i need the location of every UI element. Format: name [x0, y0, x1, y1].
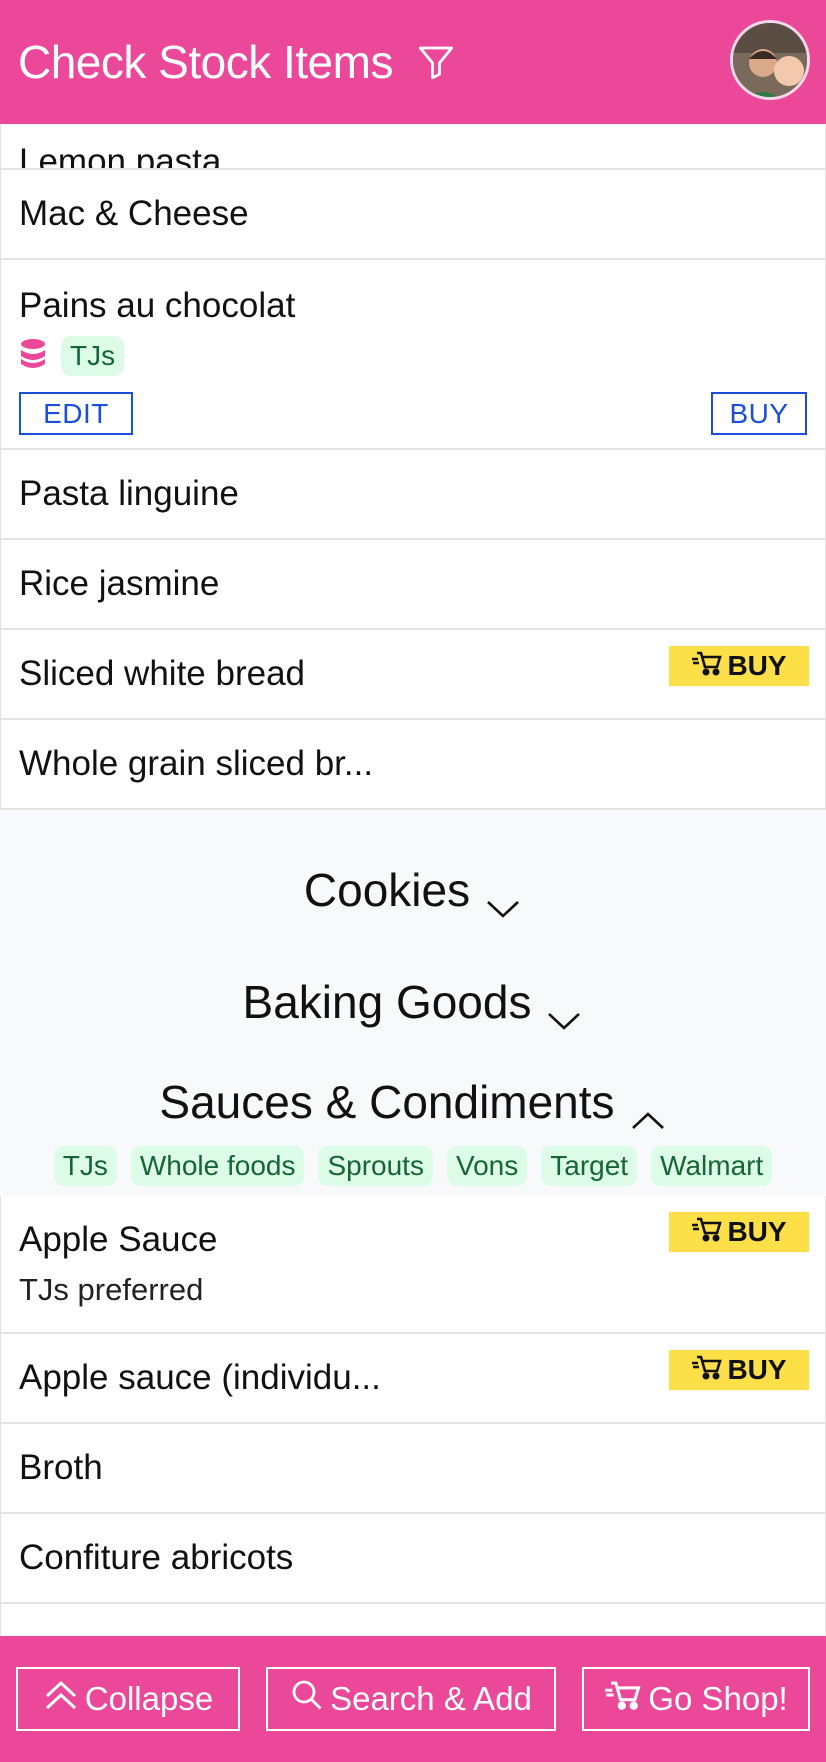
- search-icon: [290, 1678, 324, 1720]
- double-chevron-up-icon: [43, 1678, 79, 1720]
- user-avatar[interactable]: [730, 20, 810, 100]
- item-name: Apple sauce (individu...: [19, 1358, 381, 1397]
- chevron-up-icon: [629, 1090, 667, 1129]
- item-name: Confiture abricots: [19, 1538, 294, 1577]
- category-title: Baking Goods: [242, 976, 532, 1028]
- list-item[interactable]: Pasta linguine: [0, 450, 826, 540]
- collapse-label: Collapse: [84, 1680, 214, 1717]
- item-name: Pasta linguine: [19, 474, 239, 513]
- list-item[interactable]: Broth: [0, 1424, 826, 1514]
- cart-icon: [691, 649, 723, 684]
- bottom-toolbar: Collapse Search & Add Go Shop!: [0, 1636, 826, 1762]
- go-shop-button[interactable]: Go Shop!: [582, 1667, 810, 1731]
- search-add-button[interactable]: Search & Add: [266, 1667, 556, 1731]
- list-item[interactable]: Sliced white bread BUY: [0, 630, 826, 720]
- item-name: Pains au chocolat: [19, 286, 296, 325]
- buy-badge-label: BUY: [727, 1216, 787, 1247]
- cart-icon: [691, 1353, 723, 1388]
- buy-badge[interactable]: BUY: [669, 646, 809, 686]
- buy-badge-label: BUY: [727, 1354, 787, 1385]
- buy-badge-label: BUY: [727, 650, 787, 681]
- store-filter-tag[interactable]: Whole foods: [130, 1146, 305, 1186]
- page-title: Check Stock Items: [18, 36, 393, 88]
- edit-button[interactable]: EDIT: [19, 392, 133, 435]
- item-name: Sliced white bread: [19, 654, 305, 693]
- search-add-label: Search & Add: [330, 1680, 532, 1717]
- buy-badge[interactable]: BUY: [669, 1212, 809, 1252]
- list-item[interactable]: Apple sauce (individu... BUY: [0, 1334, 826, 1424]
- collapse-button[interactable]: Collapse: [16, 1667, 240, 1731]
- store-tag: TJs: [61, 336, 125, 376]
- store-filter-tag[interactable]: Target: [541, 1146, 638, 1186]
- category-title: Sauces & Condiments: [159, 1076, 615, 1128]
- category-section: Cookies Baking Goods Sauces & Condiments…: [0, 810, 826, 1196]
- list-item[interactable]: Whole grain sliced br...: [0, 720, 826, 810]
- list-item[interactable]: Apple Sauce TJs preferred BUY: [0, 1196, 826, 1334]
- category-header-baking-goods[interactable]: Baking Goods: [0, 946, 826, 1058]
- go-shop-label: Go Shop!: [648, 1680, 788, 1717]
- store-filter-tag[interactable]: Walmart: [651, 1146, 773, 1186]
- item-name: Rice jasmine: [19, 564, 220, 603]
- list-item[interactable]: Rice jasmine: [0, 540, 826, 630]
- item-name: Lemon pasta: [19, 142, 222, 170]
- store-filter-tags: TJs Whole foods Sprouts Vons Target Walm…: [0, 1146, 826, 1196]
- buy-button[interactable]: BUY: [711, 392, 807, 435]
- category-header-cookies[interactable]: Cookies: [0, 834, 826, 946]
- category-header-sauces[interactable]: Sauces & Condiments: [0, 1058, 826, 1146]
- store-filter-tag[interactable]: Sprouts: [318, 1146, 433, 1186]
- store-filter-tag[interactable]: Vons: [446, 1146, 528, 1186]
- buy-badge[interactable]: BUY: [669, 1350, 809, 1390]
- category-title: Cookies: [303, 864, 471, 916]
- chevron-down-icon: [484, 878, 522, 918]
- item-name: Whole grain sliced br...: [19, 744, 374, 783]
- item-name: Mac & Cheese: [19, 194, 249, 233]
- stock-list: Lemon pasta Mac & Cheese Pains au chocol…: [0, 124, 826, 1694]
- store-filter-tag[interactable]: TJs: [53, 1146, 117, 1186]
- item-name: Broth: [19, 1448, 103, 1487]
- app-header: Check Stock Items: [0, 0, 826, 124]
- filter-icon[interactable]: [415, 41, 457, 83]
- chevron-down-icon: [545, 990, 583, 1030]
- list-item-expanded[interactable]: Pains au chocolat TJs EDIT BUY: [0, 260, 826, 450]
- cart-icon: [604, 1678, 642, 1720]
- cart-icon: [691, 1215, 723, 1250]
- stock-level-icon: [19, 338, 47, 375]
- list-item[interactable]: Mac & Cheese: [0, 170, 826, 260]
- list-item[interactable]: Confiture abricots: [0, 1514, 826, 1604]
- list-item[interactable]: Lemon pasta: [0, 124, 826, 170]
- item-note: TJs preferred: [19, 1272, 204, 1307]
